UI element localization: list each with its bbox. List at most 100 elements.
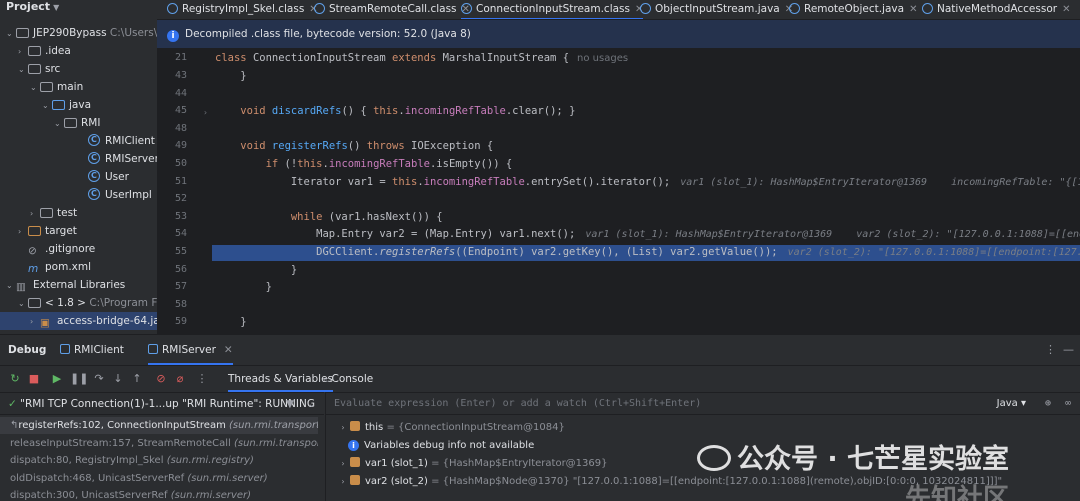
step-over-icon[interactable]: ↷ bbox=[92, 372, 106, 386]
expand-arrow-icon[interactable]: › bbox=[336, 455, 350, 473]
expand-arrow-icon[interactable]: ⌄ bbox=[18, 61, 28, 79]
tree-item[interactable]: ⌄ ▥ External Libraries bbox=[0, 276, 157, 294]
expand-arrow-icon[interactable]: › bbox=[18, 43, 28, 61]
code-line: } bbox=[215, 263, 298, 276]
editor-tab[interactable]: RegistryImpl_Skel.class ✕ bbox=[167, 0, 318, 19]
tree-item[interactable]: › ▣ access-bridge-64.jar bbox=[0, 312, 157, 330]
debug-tab-rmiclient[interactable]: RMIClient bbox=[60, 335, 124, 365]
fold-icon[interactable]: › bbox=[203, 108, 208, 117]
expand-arrow-icon[interactable]: › bbox=[18, 223, 28, 241]
expand-arrow-icon[interactable]: ⌄ bbox=[42, 97, 52, 115]
debug-tab-label: RMIServer bbox=[162, 344, 216, 356]
tree-item[interactable]: › test bbox=[0, 204, 157, 222]
editor-tab[interactable]: RemoteObject.java ✕ bbox=[789, 0, 917, 19]
line-number: 52 bbox=[174, 193, 187, 205]
code-editor[interactable]: 21 class ConnectionInputStream extends M… bbox=[157, 48, 1080, 334]
current-code-line: DGCClient.registerRefs((Endpoint) var2.g… bbox=[215, 246, 1080, 258]
tree-item[interactable]: RMIClient bbox=[0, 131, 157, 150]
tree-item-label: .idea bbox=[45, 45, 71, 57]
info-text: Variables debug info not available bbox=[364, 440, 535, 451]
thread-selector[interactable]: ✓ "RMI TCP Connection(1)-1...up "RMI Run… bbox=[0, 393, 324, 415]
language-selector[interactable]: Java ▾ bbox=[997, 393, 1026, 415]
code-line: Map.Entry var2 = (Map.Entry) var1.next()… bbox=[215, 228, 1080, 240]
editor-tab[interactable]: StreamRemoteCall.class ✕ bbox=[314, 0, 470, 19]
tree-item[interactable]: m pom.xml bbox=[0, 258, 157, 276]
expand-arrow-icon[interactable]: ⌄ bbox=[6, 25, 16, 43]
expand-arrow-icon[interactable]: ⌄ bbox=[6, 277, 16, 295]
stack-frame[interactable]: releaseInputStream:157, StreamRemoteCall… bbox=[0, 435, 318, 452]
line-number: 55 bbox=[174, 246, 187, 257]
line-number: 45 bbox=[174, 105, 187, 117]
evaluate-input[interactable]: Evaluate expression (Enter) or add a wat… bbox=[326, 393, 1080, 415]
stack-frame[interactable]: dispatch:80, RegistryImpl_Skel (sun.rmi.… bbox=[0, 452, 318, 469]
expand-arrow-icon[interactable]: ⌄ bbox=[54, 115, 64, 133]
wechat-icon bbox=[697, 445, 731, 471]
watch-icon[interactable]: ∞ bbox=[1065, 393, 1071, 415]
thread-check-icon: ✓ bbox=[8, 398, 17, 410]
close-icon[interactable]: ✕ bbox=[1062, 4, 1070, 15]
stack-frame[interactable]: oldDispatch:468, UnicastServerRef (sun.r… bbox=[0, 470, 318, 487]
step-out-icon[interactable]: ↑ bbox=[130, 372, 144, 386]
tree-item[interactable]: User bbox=[0, 167, 157, 186]
expand-arrow-icon[interactable]: ⌄ bbox=[18, 295, 28, 313]
expand-arrow-icon[interactable]: ⌄ bbox=[30, 79, 40, 97]
tree-item[interactable]: UserImpl bbox=[0, 185, 157, 204]
expand-arrow-icon[interactable]: › bbox=[30, 313, 40, 331]
folder-icon bbox=[28, 62, 41, 74]
tab-console[interactable]: ▭Console bbox=[323, 366, 373, 392]
tree-item-label: User bbox=[105, 171, 129, 183]
expand-arrow-icon[interactable]: › bbox=[336, 473, 350, 491]
tree-item[interactable]: ⌄ src bbox=[0, 60, 157, 78]
tree-item[interactable]: ⌄ main bbox=[0, 78, 157, 96]
add-watch-icon[interactable]: ⊕ bbox=[1045, 393, 1051, 415]
tree-item[interactable]: ⊘ .gitignore bbox=[0, 240, 157, 258]
expand-arrow-icon[interactable]: › bbox=[30, 205, 40, 223]
frame-package: (sun.rmi.server) bbox=[187, 472, 268, 484]
tree-item-label: < 1.8 > bbox=[45, 297, 86, 309]
line-number: 49 bbox=[174, 140, 187, 152]
variable-row[interactable]: › var1 (slot_1) = {HashMap$EntryIterator@… bbox=[336, 455, 608, 473]
code-line: void discardRefs() { this.incomingRefTab… bbox=[240, 105, 576, 118]
chevron-down-icon[interactable]: ▼ bbox=[53, 3, 59, 12]
close-icon[interactable]: ✕ bbox=[909, 4, 917, 15]
run-config-icon bbox=[148, 344, 158, 354]
pause-icon[interactable]: ❚❚ bbox=[70, 372, 88, 386]
frames-panel: ✓ "RMI TCP Connection(1)-1...up "RMI Run… bbox=[0, 392, 324, 501]
rerun-icon[interactable]: ↻ bbox=[8, 372, 22, 386]
expand-arrow-icon[interactable]: › bbox=[336, 419, 350, 437]
stop-icon[interactable]: ■ bbox=[27, 372, 41, 386]
chevron-down-icon[interactable]: ⌄ bbox=[307, 393, 316, 415]
editor-tab[interactable]: ObjectInputStream.java ✕ bbox=[640, 0, 793, 19]
editor-tab[interactable]: NativeMethodAccessor ✕ bbox=[922, 0, 1070, 19]
mute-breakpoints-icon[interactable]: ⌀ bbox=[173, 372, 187, 386]
variable-row[interactable]: › this = {ConnectionInputStream@1084} bbox=[336, 419, 565, 437]
tree-item[interactable]: ⌄ < 1.8 > C:\Program Files bbox=[0, 294, 157, 312]
tree-item[interactable]: › target bbox=[0, 222, 157, 240]
project-panel-header[interactable]: Project ▼ bbox=[0, 0, 157, 16]
tree-item[interactable]: ⌄ java bbox=[0, 96, 157, 114]
variable-name: var1 (slot_1) bbox=[365, 458, 428, 469]
resume-icon[interactable]: ▶ bbox=[50, 372, 64, 386]
maven-icon: m bbox=[28, 263, 39, 275]
close-icon[interactable]: ✕ bbox=[224, 344, 233, 356]
more-icon[interactable]: ⋮ bbox=[1045, 335, 1056, 365]
debug-tab-rmiserver[interactable]: RMIServer ✕ bbox=[148, 335, 233, 365]
view-breakpoints-icon[interactable]: ⊘ bbox=[154, 372, 168, 386]
step-into-icon[interactable]: ↓ bbox=[111, 372, 125, 386]
more-actions-icon[interactable]: ⋮ bbox=[195, 372, 209, 386]
tree-item[interactable]: ⌄ RMI bbox=[0, 114, 157, 132]
stack-frame[interactable]: dispatch:300, UnicastServerRef (sun.rmi.… bbox=[0, 487, 318, 501]
filter-icon[interactable]: ▼ bbox=[286, 393, 294, 415]
stack-frame[interactable]: ↰registerRefs:102, ConnectionInputStream… bbox=[0, 417, 318, 434]
tree-item[interactable]: ⌄ JEP290Bypass C:\Users\Re bbox=[0, 24, 157, 42]
tab-threads-variables[interactable]: Threads & Variables bbox=[228, 366, 334, 392]
tree-item[interactable]: RMIServer bbox=[0, 149, 157, 168]
tree-item[interactable]: › .idea bbox=[0, 42, 157, 60]
banner-text: Decompiled .class file, bytecode version… bbox=[185, 28, 471, 40]
java-class-icon bbox=[88, 185, 101, 203]
minimize-icon[interactable]: — bbox=[1063, 335, 1074, 365]
code-line: Iterator var1 = this.incomingRefTable.en… bbox=[215, 176, 1080, 188]
line-number: 43 bbox=[174, 70, 187, 81]
editor-tab[interactable]: ConnectionInputStream.class ✕ bbox=[461, 0, 644, 19]
tree-item-label: access-bridge-64.jar bbox=[57, 315, 157, 327]
